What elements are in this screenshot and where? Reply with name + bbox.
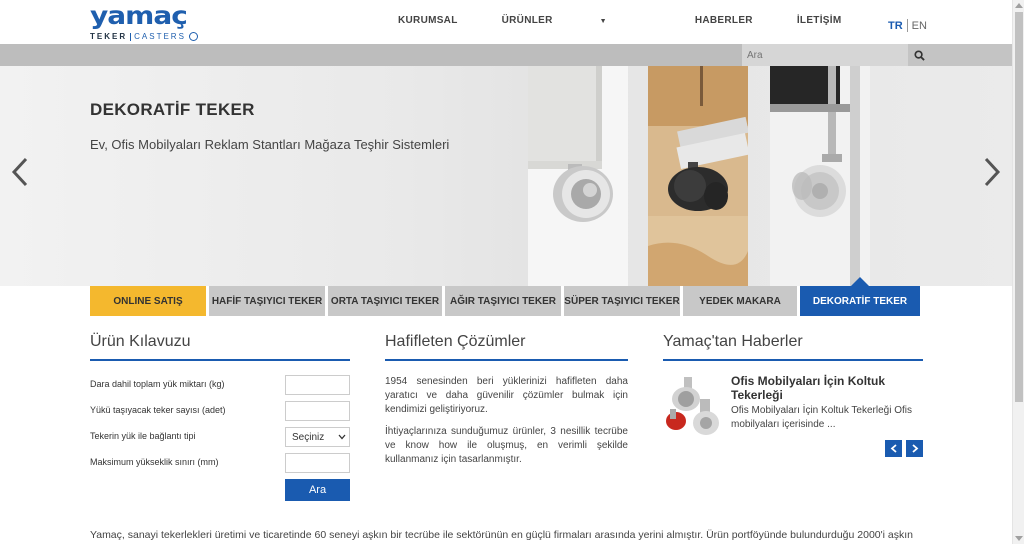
solutions-title-rule [385,359,628,361]
hero-slider: DEKORATİF TEKER Ev, Ofis Mobilyaları Rek… [0,66,1012,286]
caster-count-input[interactable] [285,401,350,421]
lang-en[interactable]: EN [912,20,927,32]
news-prev-button[interactable] [885,440,902,457]
max-height-input[interactable] [285,453,350,473]
guide-label-height: Maksimum yükseklik sınırı (mm) [90,457,219,467]
chevron-left-icon [890,444,897,453]
page: yamaç TEKER CASTERS KURUMSAL ÜRÜNLER ▼ HA… [0,0,1024,544]
news-item-excerpt: Ofis Mobilyaları İçin Koltuk Tekerleği O… [731,405,912,430]
news-title: Yamaç'tan Haberler [663,333,803,350]
caster-icon [188,32,198,41]
tab-orta-tasiyici[interactable]: ORTA TAŞIYICI TEKER [328,286,442,316]
main-nav: KURUMSAL ÜRÜNLER ▼ HABERLER İLETİŞİM [398,15,885,26]
guide-title: Ürün Kılavuzu [90,333,191,350]
nav-item-haberler[interactable]: HABERLER [695,15,753,26]
tab-dekoratif-teker[interactable]: DEKORATİF TEKER [800,277,920,316]
scroll-up-icon[interactable] [1015,3,1023,8]
hero-image-clear-caster [770,66,870,286]
news-title-rule [663,359,923,361]
tab-agir-tasiyici[interactable]: AĞIR TAŞIYICI TEKER [445,286,561,316]
search-button[interactable] [908,44,1012,66]
page-scrollbar[interactable] [1012,0,1024,544]
nav-item-urunler[interactable]: ÜRÜNLER ▼ [502,15,651,26]
guide-label-load: Dara dahil toplam yük miktarı (kg) [90,379,225,389]
mount-type-select[interactable]: Seçiniz [285,427,350,447]
guide-search-button[interactable]: Ara [285,479,350,501]
guide-label-count: Yükü taşıyacak teker sayısı (adet) [90,405,226,415]
logo-teker: TEKER [90,32,128,41]
tab-online-satis[interactable]: ONLINE SATIŞ [90,286,206,316]
tab-super-tasiyici[interactable]: SÜPER TAŞIYICI TEKER [564,286,680,316]
news-item-title[interactable]: Ofis Mobilyaları İçin Koltuk Tekerleği [731,374,901,402]
solutions-paragraph-2: İhtiyaçlarınıza sunduğumuz ürünler, 3 ne… [385,426,628,465]
solutions-title: Hafifleten Çözümler [385,333,526,350]
logo-casters: CASTERS [134,32,186,41]
hero-image-wood-floor-caster [648,66,748,286]
nav-item-kurumsal[interactable]: KURUMSAL [398,15,458,26]
search-input[interactable] [742,44,908,66]
tab-hafif-tasiyici[interactable]: HAFİF TAŞIYICI TEKER [209,286,325,316]
news-image[interactable] [662,373,724,439]
nav-item-urunler-label: ÜRÜNLER [501,15,553,26]
lang-divider [906,19,908,32]
logo-tagline: TEKER CASTERS [90,32,200,41]
scroll-down-icon[interactable] [1015,536,1023,541]
guide-title-rule [90,359,350,361]
language-switcher: TR EN [888,19,927,32]
chevron-right-icon [911,444,918,453]
logo-wordmark: yamaç [90,0,188,31]
caret-down-icon: ▼ [599,18,607,25]
slider-prev-icon[interactable] [10,156,30,188]
guide-label-mount: Tekerin yük ile bağlantı tipi [90,431,196,441]
load-input[interactable] [285,375,350,395]
search-icon [914,49,925,61]
solutions-paragraph-1: 1954 senesinden beri yüklerinizi hafifle… [385,376,628,415]
chevron-down-icon [338,434,346,440]
hero-image-white-caster [528,66,628,286]
slider-next-icon[interactable] [982,156,1002,188]
tab-yedek-makara[interactable]: YEDEK MAKARA [683,286,797,316]
news-next-button[interactable] [906,440,923,457]
lang-tr[interactable]: TR [888,20,903,32]
logo[interactable]: yamaç TEKER CASTERS [90,0,200,41]
logo-divider [130,32,132,41]
about-paragraph: Yamaç, sanayi tekerlekleri üretimi ve ti… [90,529,913,541]
category-tabs: ONLINE SATIŞ HAFİF TAŞIYICI TEKER ORTA T… [90,277,920,316]
hero-subtitle: Ev, Ofis Mobilyaları Reklam Stantları Ma… [90,137,450,152]
nav-item-iletisim[interactable]: İLETİŞİM [797,15,842,26]
scrollbar-thumb[interactable] [1015,12,1023,402]
hero-title: DEKORATİF TEKER [90,100,255,119]
search-bar [0,44,1012,66]
mount-type-value: Seçiniz [292,431,325,443]
site-header: yamaç TEKER CASTERS KURUMSAL ÜRÜNLER ▼ HA… [0,0,1012,44]
